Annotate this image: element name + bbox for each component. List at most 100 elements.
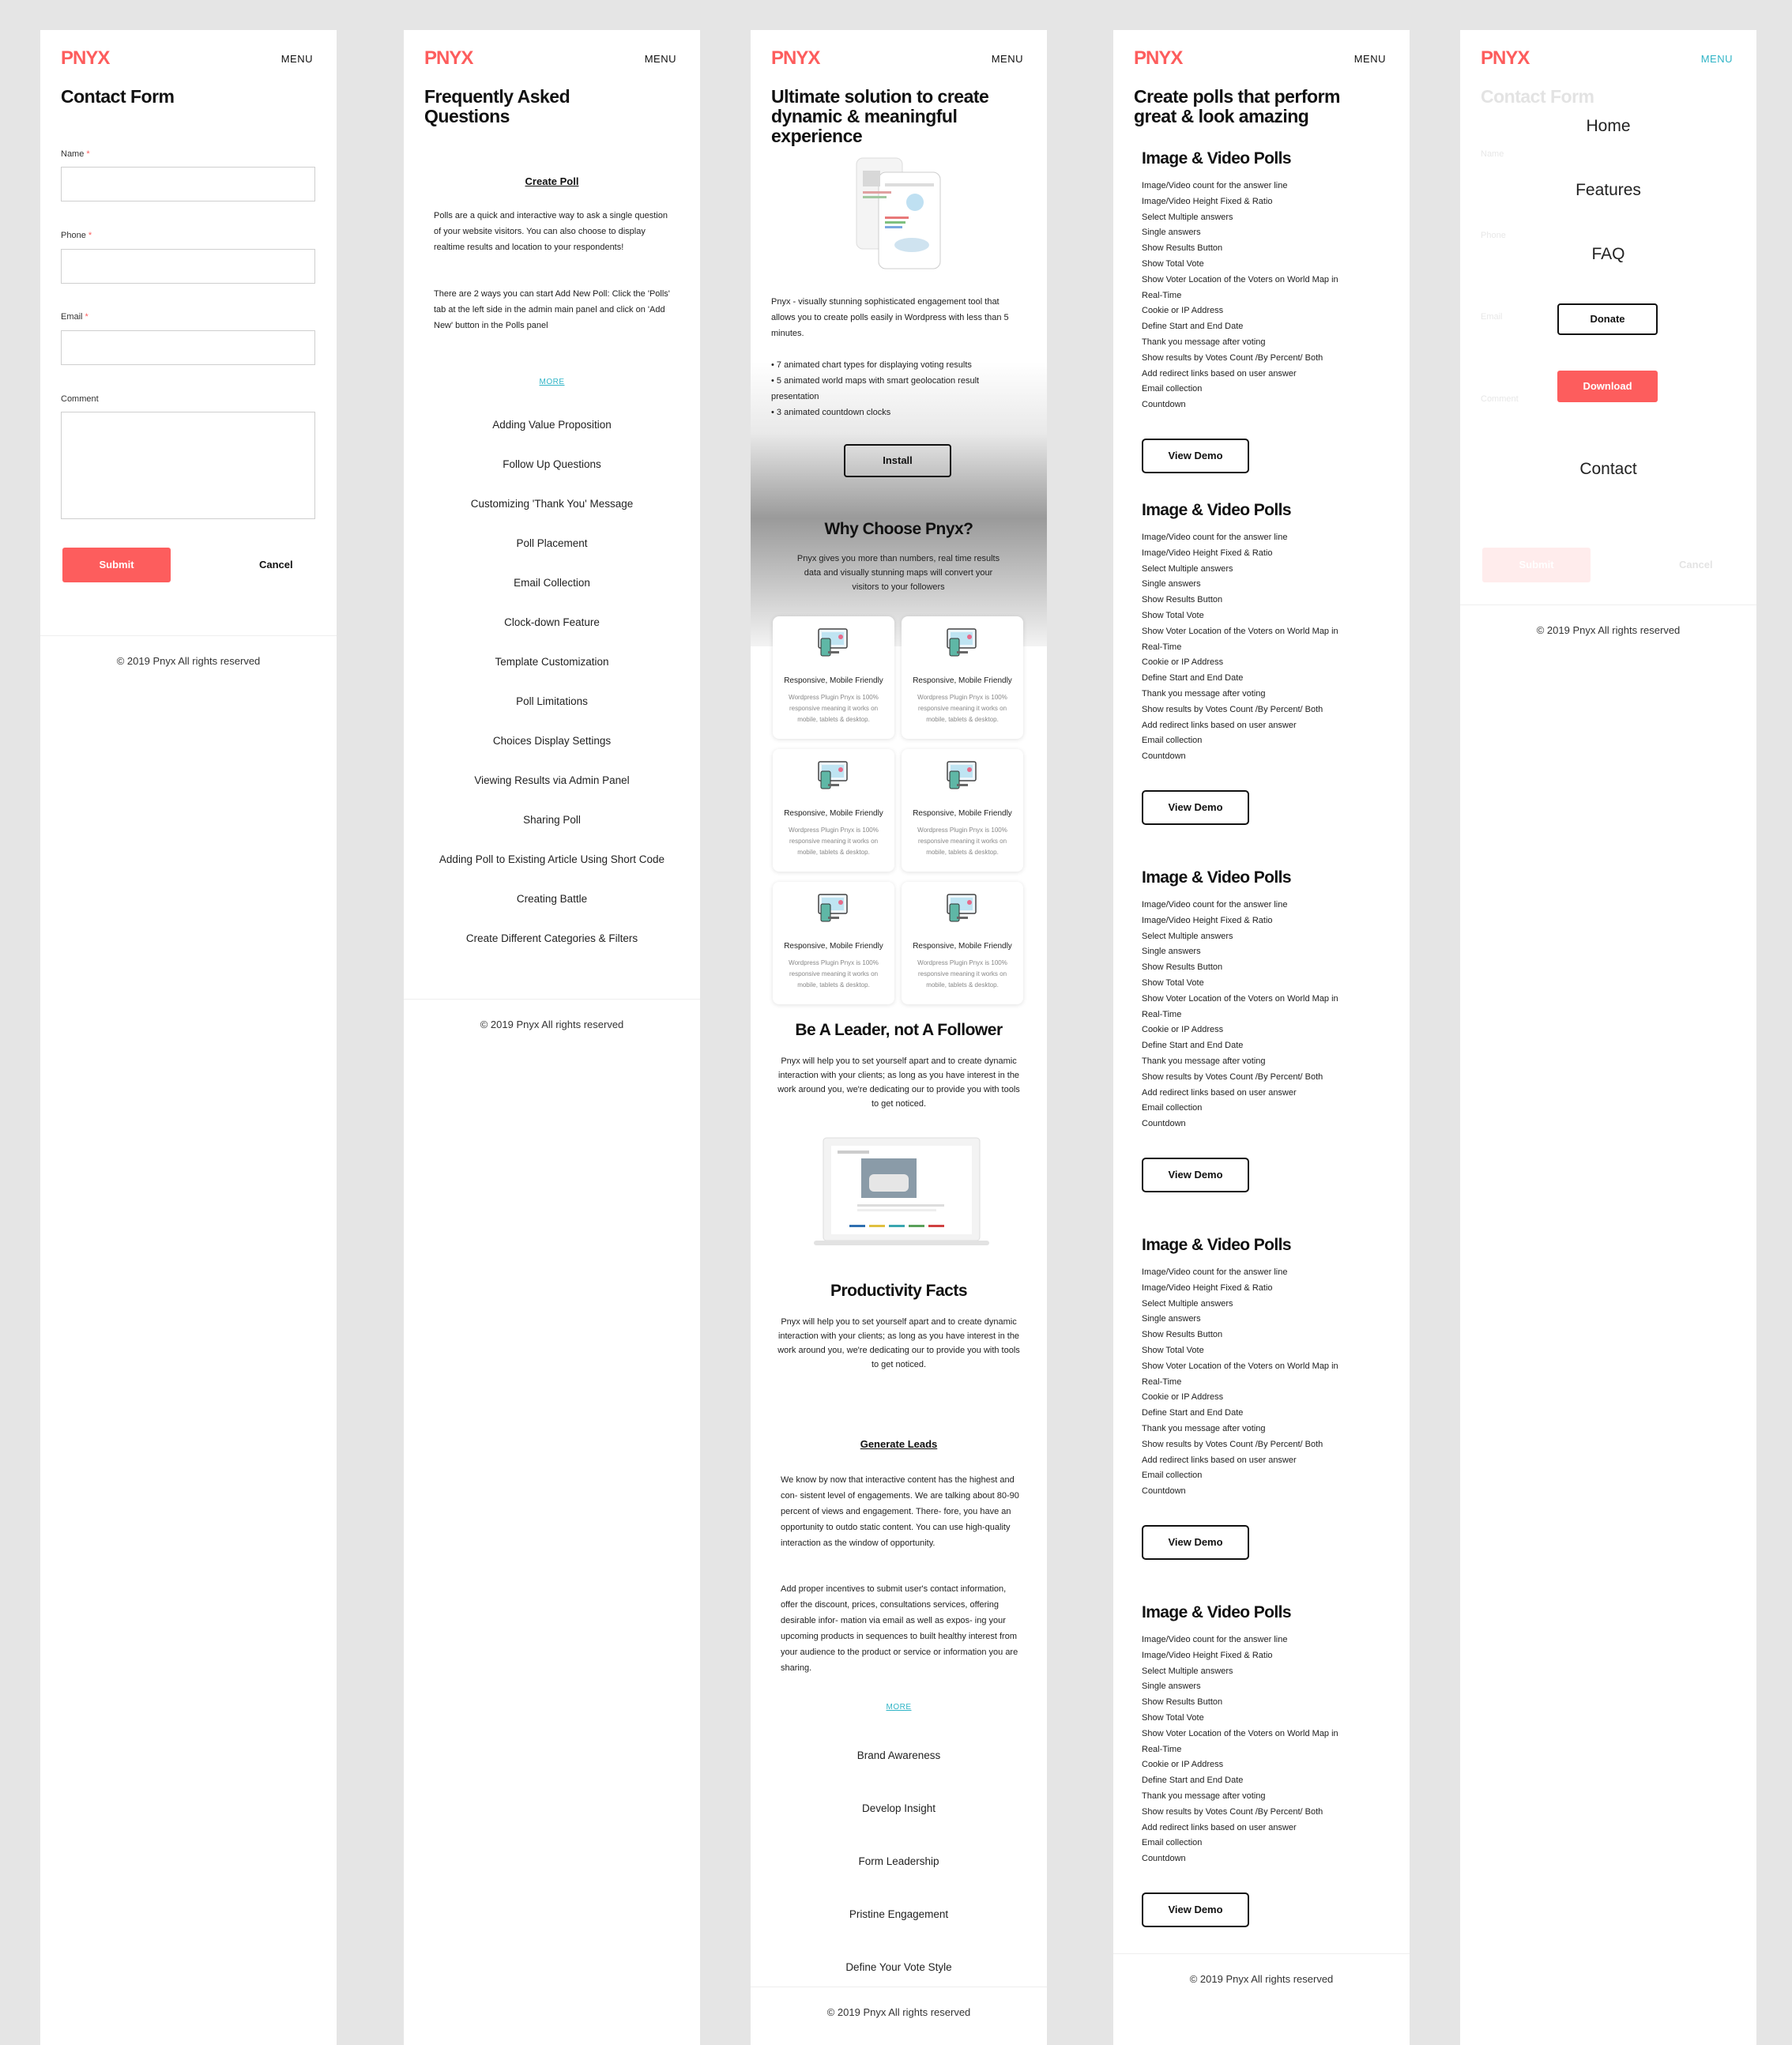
- responsive-devices-icon: [818, 761, 848, 789]
- card-title: Responsive, Mobile Friendly: [784, 676, 883, 685]
- feature-line: Email collection: [1142, 736, 1203, 746]
- why-choose-text: Pnyx gives you more than numbers, real t…: [796, 554, 1000, 592]
- faq-item[interactable]: Poll Limitations: [404, 695, 700, 707]
- feature-line: Show results by Votes Count /By Percent/…: [1142, 704, 1323, 714]
- nav-features[interactable]: Features: [1460, 181, 1756, 200]
- faq-item[interactable]: Viewing Results via Admin Panel: [404, 774, 700, 786]
- generate-leads-heading[interactable]: Generate Leads: [751, 1438, 1047, 1450]
- faq-item[interactable]: Sharing Poll: [404, 814, 700, 826]
- more-link[interactable]: MORE: [404, 378, 700, 386]
- feature-line: Cookie or IP Address: [1142, 306, 1224, 316]
- card-description: Wordpress Plugin Pnyx is 100% responsive…: [917, 694, 1007, 723]
- feature-line: Image/Video Height Fixed & Ratio: [1142, 196, 1273, 206]
- faq-item[interactable]: Follow Up Questions: [404, 458, 700, 470]
- install-button[interactable]: Install: [844, 444, 951, 477]
- feature-list: Image/Video count for the answer line Ima…: [1142, 1633, 1379, 1867]
- logo[interactable]: PNYX: [1134, 47, 1183, 70]
- logo[interactable]: PNYX: [61, 47, 110, 70]
- feature-line: Image/Video Height Fixed & Ratio: [1142, 548, 1273, 558]
- feature-line: Show Voter Location of the Voters on Wor…: [1142, 993, 1338, 1004]
- page-title: Contact Form: [1481, 86, 1594, 107]
- faq-item[interactable]: Adding Poll to Existing Article Using Sh…: [404, 853, 700, 865]
- feature-line: Show Total Vote: [1142, 1345, 1204, 1355]
- faq-item[interactable]: Clock-down Feature: [404, 616, 700, 628]
- feature-line: Countdown: [1142, 1119, 1186, 1129]
- feature-card: Responsive, Mobile Friendly Wordpress Plu…: [902, 882, 1023, 1004]
- feature-line: Cookie or IP Address: [1142, 1392, 1224, 1403]
- download-button[interactable]: Download: [1557, 371, 1658, 402]
- footer: © 2019 Pnyx All rights reserved: [404, 999, 700, 1094]
- topic-item[interactable]: Form Leadership: [751, 1855, 1047, 1867]
- faq-item[interactable]: Adding Value Proposition: [404, 419, 700, 431]
- nav-faq[interactable]: FAQ: [1460, 245, 1756, 264]
- feature-list: Image/Video count for the answer line Ima…: [1142, 530, 1379, 765]
- feature-block-title: Image & Video Polls: [1142, 501, 1292, 519]
- submit-button[interactable]: Submit: [62, 548, 171, 582]
- feature-line: Cookie or IP Address: [1142, 1760, 1224, 1770]
- view-demo-button[interactable]: View Demo: [1142, 439, 1249, 473]
- name-label: Name: [1481, 149, 1504, 159]
- phone-field[interactable]: [61, 249, 315, 284]
- faq-item[interactable]: Template Customization: [404, 656, 700, 668]
- feature-card: Responsive, Mobile Friendly Wordpress Plu…: [773, 882, 894, 1004]
- menu-button[interactable]: MENU: [992, 53, 1023, 65]
- phone-label: Phone *: [61, 231, 92, 240]
- feature-line: Add redirect links based on user answer: [1142, 1455, 1297, 1465]
- feature-line: Cookie or IP Address: [1142, 1025, 1224, 1035]
- home-screen: PNYX MENU Ultimate solution to create dy…: [751, 30, 1047, 2045]
- logo[interactable]: PNYX: [1481, 47, 1530, 70]
- feature-line: Show results by Votes Count /By Percent/…: [1142, 1806, 1323, 1817]
- menu-button-active[interactable]: MENU: [1701, 53, 1733, 65]
- feature-block-title: Image & Video Polls: [1142, 1236, 1292, 1254]
- card-title: Responsive, Mobile Friendly: [913, 809, 1012, 818]
- nav-contact[interactable]: Contact: [1460, 460, 1756, 479]
- feature-block-title: Image & Video Polls: [1142, 1603, 1292, 1621]
- card-description: Wordpress Plugin Pnyx is 100% responsive…: [789, 959, 879, 989]
- feature-line: Select Multiple answers: [1142, 212, 1233, 222]
- menu-button[interactable]: MENU: [281, 53, 313, 65]
- view-demo-button[interactable]: View Demo: [1142, 1892, 1249, 1927]
- logo[interactable]: PNYX: [424, 47, 473, 70]
- feature-line: Select Multiple answers: [1142, 563, 1233, 574]
- topic-item[interactable]: Develop Insight: [751, 1802, 1047, 1814]
- name-field[interactable]: [61, 167, 315, 201]
- leader-heading: Be A Leader, not A Follower: [795, 1021, 1003, 1039]
- topic-item[interactable]: Pristine Engagement: [751, 1908, 1047, 1920]
- donate-button[interactable]: Donate: [1557, 303, 1658, 335]
- feature-line: Show Results Button: [1142, 962, 1223, 973]
- faq-section-heading[interactable]: Create Poll: [404, 175, 700, 187]
- responsive-devices-icon: [818, 628, 848, 657]
- feature-line: Image/Video Height Fixed & Ratio: [1142, 1650, 1273, 1660]
- card-description: Wordpress Plugin Pnyx is 100% responsive…: [789, 694, 879, 723]
- cancel-button: Cancel: [1679, 559, 1713, 571]
- faq-item[interactable]: Create Different Categories & Filters: [404, 932, 700, 944]
- nav-home[interactable]: Home: [1460, 117, 1756, 136]
- faq-item[interactable]: Email Collection: [404, 577, 700, 589]
- feature-line: Image/Video Height Fixed & Ratio: [1142, 1282, 1273, 1293]
- topic-item[interactable]: Brand Awareness: [751, 1749, 1047, 1761]
- feature-line: Define Start and End Date: [1142, 322, 1244, 332]
- menu-button[interactable]: MENU: [645, 53, 676, 65]
- faq-item[interactable]: Customizing 'Thank You' Message: [404, 498, 700, 510]
- topic-item[interactable]: Define Your Vote Style: [751, 1961, 1047, 1973]
- faq-item[interactable]: Choices Display Settings: [404, 735, 700, 747]
- feature-line: Cookie or IP Address: [1142, 657, 1224, 668]
- feature-line: Image/Video count for the answer line: [1142, 181, 1288, 190]
- feature-line: Thank you message after voting: [1142, 337, 1266, 347]
- faq-item[interactable]: Creating Battle: [404, 893, 700, 905]
- view-demo-button[interactable]: View Demo: [1142, 790, 1249, 825]
- menu-button[interactable]: MENU: [1354, 53, 1386, 65]
- view-demo-button[interactable]: View Demo: [1142, 1158, 1249, 1192]
- comment-label: Comment: [1481, 394, 1519, 404]
- page-title: Frequently Asked Questions: [424, 86, 570, 126]
- feature-line: Countdown: [1142, 400, 1186, 410]
- feature-line: Image/Video count for the answer line: [1142, 1635, 1288, 1644]
- cancel-button[interactable]: Cancel: [259, 559, 293, 571]
- more-link[interactable]: MORE: [751, 1703, 1047, 1712]
- feature-line: Show results by Votes Count /By Percent/…: [1142, 1439, 1323, 1449]
- email-field[interactable]: [61, 330, 315, 365]
- view-demo-button[interactable]: View Demo: [1142, 1525, 1249, 1560]
- faq-item[interactable]: Poll Placement: [404, 537, 700, 549]
- logo[interactable]: PNYX: [771, 47, 820, 70]
- comment-textarea[interactable]: [61, 412, 315, 519]
